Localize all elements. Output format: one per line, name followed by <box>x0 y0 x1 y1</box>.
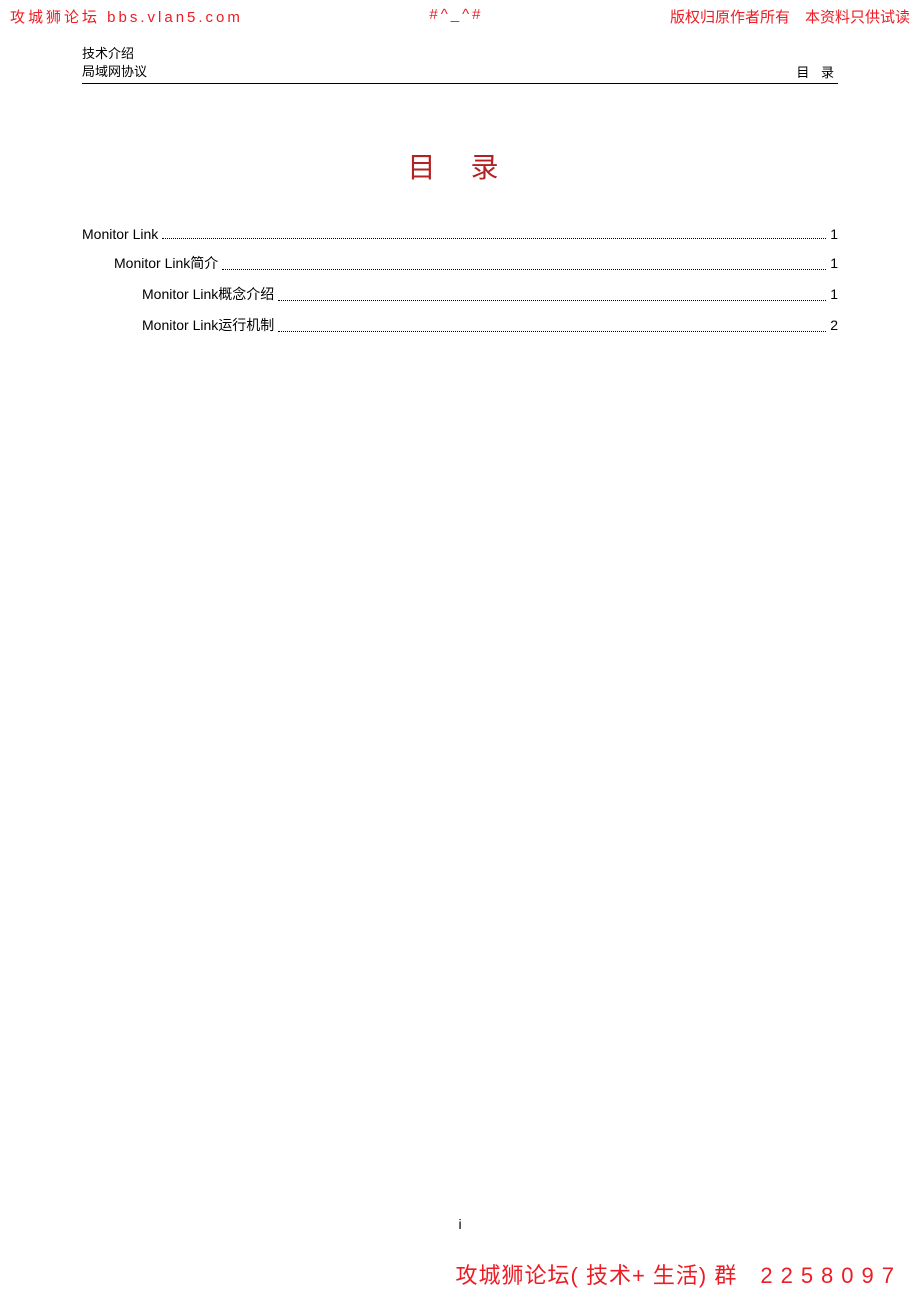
toc-label: Monitor Link概念介绍 <box>142 284 274 304</box>
toc-entry[interactable]: Monitor Link概念介绍 1 <box>82 284 838 304</box>
watermark-center: #^_^# <box>429 6 483 27</box>
toc-page: 1 <box>830 255 838 271</box>
header-line2: 局域网协议 <box>82 63 147 81</box>
toc-entry[interactable]: Monitor Link运行机制 2 <box>82 315 838 335</box>
toc-label: Monitor Link <box>82 226 158 242</box>
watermark-bottom-num: 2258097 <box>760 1263 902 1288</box>
toc-leader <box>278 331 826 332</box>
toc-page: 1 <box>830 286 838 302</box>
doc-header-right: 目 录 <box>796 62 838 81</box>
toc-entry[interactable]: Monitor Link简介 1 <box>82 253 838 273</box>
toc-page: 2 <box>830 317 838 333</box>
toc-leader <box>222 269 826 270</box>
page-body: 技术介绍 局域网协议 目 录 目 录 Monitor Link 1 Monito… <box>0 45 920 335</box>
watermark-right: 版权归原作者所有 本资料只供试读 <box>670 6 910 27</box>
watermark-left: 攻城狮论坛 bbs.vlan5.com <box>10 6 243 27</box>
page-number: i <box>0 1216 920 1232</box>
toc-entry[interactable]: Monitor Link 1 <box>82 226 838 242</box>
watermark-top: 攻城狮论坛 bbs.vlan5.com #^_^# 版权归原作者所有 本资料只供… <box>0 0 920 27</box>
watermark-bottom: 攻城狮论坛( 技术+ 生活) 群 2258097 <box>456 1258 903 1290</box>
toc-leader <box>162 238 826 239</box>
toc-page: 1 <box>830 226 838 242</box>
toc-title: 目 录 <box>82 146 838 186</box>
header-line1: 技术介绍 <box>82 45 147 63</box>
toc-leader <box>278 300 826 301</box>
doc-header-left: 技术介绍 局域网协议 <box>82 45 147 81</box>
toc-label: Monitor Link简介 <box>114 253 218 273</box>
toc-label: Monitor Link运行机制 <box>142 315 274 335</box>
doc-header: 技术介绍 局域网协议 目 录 <box>82 45 838 84</box>
watermark-bottom-text: 攻城狮论坛( 技术+ 生活) 群 <box>456 1263 761 1288</box>
toc-list: Monitor Link 1 Monitor Link简介 1 Monitor … <box>82 226 838 335</box>
